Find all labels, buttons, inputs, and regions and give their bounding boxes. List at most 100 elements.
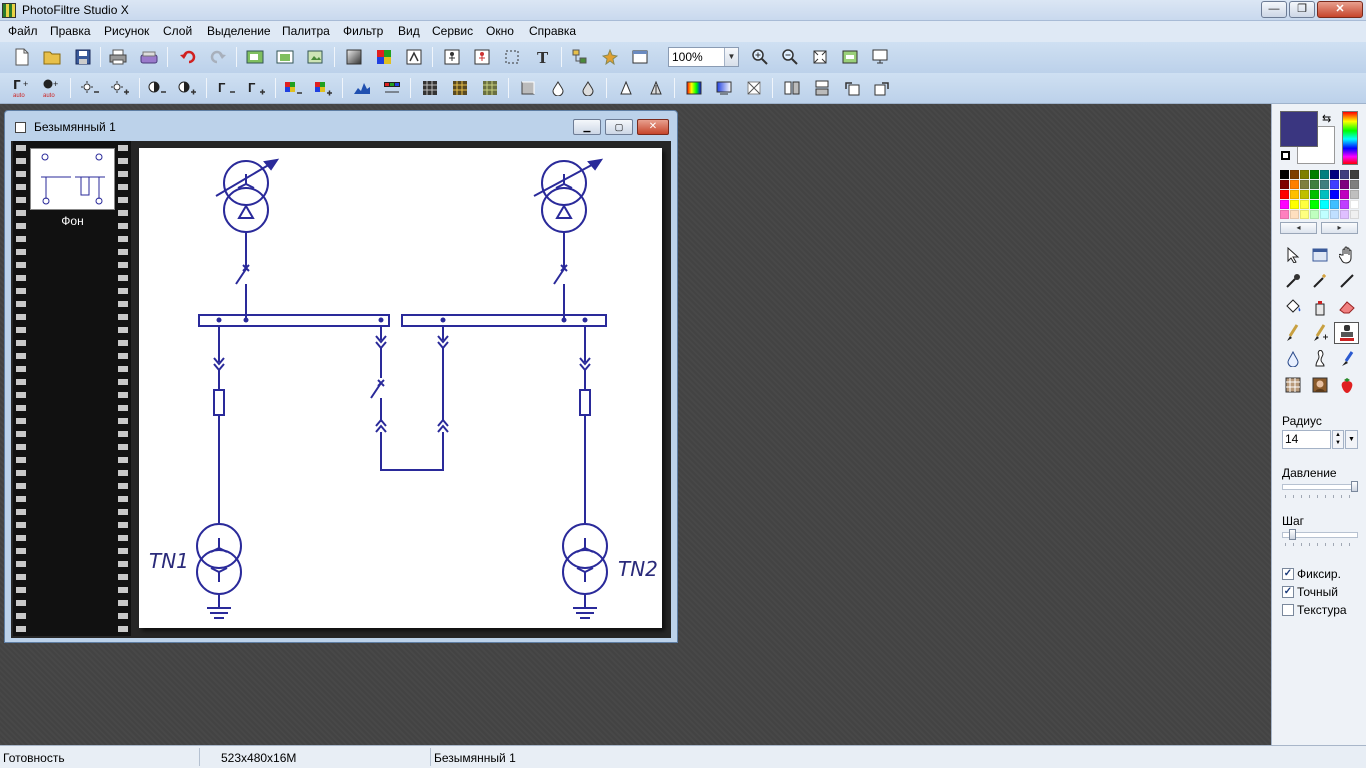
palette-swatch[interactable] — [1350, 180, 1359, 189]
emboss-icon[interactable] — [517, 77, 539, 99]
pressure-slider[interactable] — [1282, 484, 1358, 490]
palette-swatch[interactable] — [1310, 170, 1319, 179]
palette-swatch[interactable] — [1290, 190, 1299, 199]
advanced-brush-tool-icon[interactable] — [1307, 322, 1332, 344]
gradient-icon[interactable] — [343, 46, 365, 68]
gamma-plus-icon[interactable]: Г — [246, 77, 268, 99]
palette-swatch[interactable] — [1330, 190, 1339, 199]
precise-checkbox[interactable]: ✓ — [1282, 586, 1294, 598]
palette-next-button[interactable]: ▸ — [1321, 222, 1358, 234]
palette-swatch[interactable] — [1300, 190, 1309, 199]
palette-swatch[interactable] — [1310, 210, 1319, 219]
palette-swatch[interactable] — [1290, 200, 1299, 209]
step-slider-thumb[interactable] — [1288, 529, 1296, 540]
canvas-size-icon[interactable] — [274, 46, 296, 68]
palette-swatch[interactable] — [1300, 210, 1309, 219]
rotate-right-icon[interactable] — [871, 77, 893, 99]
palette-swatch[interactable] — [1350, 210, 1359, 219]
grid-filter-1-icon[interactable] — [419, 77, 441, 99]
zoom-out-icon[interactable] — [779, 46, 801, 68]
menu-edit[interactable]: Правка — [50, 24, 91, 38]
palette-swatch[interactable] — [1350, 200, 1359, 209]
hand-tool-icon[interactable] — [1334, 244, 1359, 266]
palette-swatch[interactable] — [1330, 200, 1339, 209]
contrast-minus-icon[interactable] — [147, 77, 169, 99]
menu-filter[interactable]: Фильтр — [343, 24, 383, 38]
saturation-minus-icon[interactable] — [283, 77, 305, 99]
zoom-select[interactable]: 100% ▼ — [668, 47, 739, 67]
blur-tool-icon[interactable] — [1280, 348, 1305, 370]
crop-icon[interactable] — [304, 46, 326, 68]
menu-palette[interactable]: Палитра — [282, 24, 330, 38]
brush-tool-icon[interactable] — [1280, 322, 1305, 344]
fill-bucket-tool-icon[interactable] — [1280, 296, 1305, 318]
sharpen-more-icon[interactable] — [645, 77, 667, 99]
document-maximize-button[interactable]: ▢ — [605, 119, 633, 135]
layer-props-icon[interactable] — [471, 46, 493, 68]
reset-colors-icon[interactable] — [1281, 151, 1290, 160]
palette-swatch[interactable] — [1300, 180, 1309, 189]
radius-spinner[interactable]: ▲ ▼ — [1332, 430, 1344, 449]
foreground-color-swatch[interactable] — [1280, 111, 1318, 147]
pointer-tool-icon[interactable] — [1280, 244, 1305, 266]
layer-thumbnail[interactable] — [30, 148, 115, 210]
palette-swatch[interactable] — [1280, 210, 1289, 219]
palette-swatch[interactable] — [1280, 180, 1289, 189]
close-button[interactable]: ✕ — [1317, 1, 1363, 18]
palette-swatch[interactable] — [1340, 200, 1349, 209]
texture-checkbox-row[interactable]: Текстура — [1282, 603, 1347, 617]
eraser-tool-icon[interactable] — [1334, 296, 1359, 318]
zoom-in-icon[interactable] — [749, 46, 771, 68]
portrait-tool-icon[interactable] — [1307, 374, 1332, 396]
grid-filter-2-icon[interactable] — [449, 77, 471, 99]
plugins-icon[interactable] — [599, 46, 621, 68]
spray-tool-icon[interactable] — [1307, 296, 1332, 318]
pattern-tool-icon[interactable] — [1280, 374, 1305, 396]
document-minimize-button[interactable]: ▁ — [573, 119, 601, 135]
menu-tools[interactable]: Сервис — [432, 24, 473, 38]
menu-file[interactable]: Файл — [8, 24, 38, 38]
transform-icon[interactable] — [743, 77, 765, 99]
palette-swatch[interactable] — [1290, 170, 1299, 179]
pressure-slider-thumb[interactable] — [1351, 481, 1358, 492]
menu-view[interactable]: Вид — [398, 24, 420, 38]
fixed-checkbox-row[interactable]: ✓ Фиксир. — [1282, 567, 1341, 581]
smudge-tool-icon[interactable] — [1307, 348, 1332, 370]
palette-swatch[interactable] — [1320, 210, 1329, 219]
actual-size-icon[interactable] — [809, 46, 831, 68]
palette-swatch[interactable] — [1280, 200, 1289, 209]
automation-icon[interactable] — [403, 46, 425, 68]
brightness-minus-icon[interactable] — [80, 77, 102, 99]
scan-icon[interactable] — [138, 46, 160, 68]
line-tool-icon[interactable] — [1334, 270, 1359, 292]
swap-colors-icon[interactable]: ⇆ — [1322, 112, 1331, 125]
palette-swatch[interactable] — [1310, 190, 1319, 199]
palette-swatch[interactable] — [1340, 190, 1349, 199]
spectrum-fill-icon[interactable] — [683, 77, 705, 99]
texture-checkbox[interactable] — [1282, 604, 1294, 616]
image-size-icon[interactable] — [244, 46, 266, 68]
undo-icon[interactable] — [177, 46, 199, 68]
document-close-button[interactable]: ✕ — [637, 119, 669, 135]
stamp-tool-icon[interactable] — [1334, 322, 1359, 344]
radius-dropdown[interactable]: ▼ — [1345, 430, 1358, 449]
palette-swatch[interactable] — [1310, 180, 1319, 189]
saturation-plus-icon[interactable] — [313, 77, 335, 99]
palette-swatch[interactable] — [1300, 200, 1309, 209]
text-icon[interactable]: T — [531, 46, 553, 68]
palette-swatch[interactable] — [1290, 180, 1299, 189]
browser-icon[interactable] — [569, 46, 591, 68]
palette-swatch[interactable] — [1350, 170, 1359, 179]
palette-swatch[interactable] — [1340, 210, 1349, 219]
sharpen-icon[interactable] — [615, 77, 637, 99]
palette-swatch[interactable] — [1330, 180, 1339, 189]
full-screen-icon[interactable] — [869, 46, 891, 68]
menu-selection[interactable]: Выделение — [207, 24, 271, 38]
palette-swatch[interactable] — [1350, 190, 1359, 199]
menu-help[interactable]: Справка — [529, 24, 576, 38]
palette-swatch[interactable] — [1330, 170, 1339, 179]
blur-drop-icon[interactable] — [547, 77, 569, 99]
menu-image[interactable]: Рисунок — [104, 24, 149, 38]
blur-more-icon[interactable] — [577, 77, 599, 99]
magic-wand-tool-icon[interactable] — [1307, 270, 1332, 292]
